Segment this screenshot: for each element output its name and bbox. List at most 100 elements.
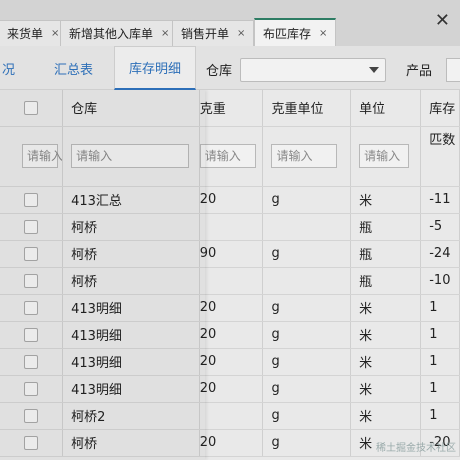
watermark: 稀土掘金技术社区: [376, 443, 456, 454]
cell-stock: -5: [420, 213, 460, 241]
cell-weight: 20: [199, 348, 264, 376]
cell-unit: 瓶: [350, 267, 422, 295]
subtab-stock-detail[interactable]: 库存明细: [114, 46, 197, 90]
tab-label: 新增其他入库单: [69, 27, 154, 41]
row-checkbox[interactable]: [24, 381, 39, 396]
row-select-cell: [0, 186, 64, 214]
cell-stock: 1: [420, 294, 460, 322]
table-row[interactable]: 413明细 20 g 米 1: [0, 321, 460, 349]
cell-weight-unit: [262, 213, 352, 241]
table-row[interactable]: 413明细 20 g 米 1: [0, 348, 460, 376]
table-row[interactable]: 柯桥 90 g 瓶 -24: [0, 240, 460, 268]
table-filter-row: 请输入 请输入 请输入 请输入 请输入 匹数: [0, 126, 460, 187]
cell-warehouse: 413明细: [62, 321, 200, 349]
weight-unit-filter-input[interactable]: 请输入: [271, 144, 338, 168]
row-checkbox[interactable]: [24, 354, 39, 369]
cell-weight: 20: [199, 321, 264, 349]
table-row[interactable]: 柯桥 瓶 -5: [0, 213, 460, 241]
filter-input[interactable]: 请输入: [22, 144, 62, 168]
row-checkbox[interactable]: [24, 327, 39, 342]
row-checkbox[interactable]: [24, 192, 39, 207]
table-header-row: 仓库 克重 克重单位 单位 库存: [0, 90, 460, 127]
row-select-cell: [0, 429, 64, 457]
cell-unit: 米: [350, 402, 422, 430]
header-unit[interactable]: 单位: [350, 90, 422, 127]
filter-cell: 请输入: [62, 126, 200, 187]
cell-warehouse: 413汇总: [62, 186, 200, 214]
cell-weight: 20: [199, 429, 264, 457]
header-weight[interactable]: 克重: [199, 90, 264, 127]
filter-cell: 请输入: [350, 126, 422, 187]
tab-other-inbound[interactable]: 新增其他入库单 ×: [60, 20, 179, 46]
select-all-checkbox[interactable]: [24, 100, 39, 115]
cell-stock: -24: [420, 240, 460, 268]
row-select-cell: [0, 240, 64, 268]
cell-weight: 90: [199, 240, 264, 268]
cell-stock: 1: [420, 375, 460, 403]
subtab-overview[interactable]: 况: [0, 46, 21, 90]
header-weight-unit[interactable]: 克重单位: [262, 90, 352, 127]
cell-stock: 1: [420, 321, 460, 349]
stock-sub-header: 匹数: [420, 126, 460, 187]
sub-tab-bar: 况 汇总表 库存明细 仓库 产品: [0, 46, 460, 90]
subtab-summary[interactable]: 汇总表: [48, 46, 99, 90]
cell-unit: 米: [350, 186, 422, 214]
close-icon[interactable]: ×: [161, 28, 169, 39]
cell-weight-unit: [262, 267, 352, 295]
window-close-icon[interactable]: ✕: [435, 10, 450, 31]
table-row[interactable]: 413明细 20 g 米 1: [0, 375, 460, 403]
unit-filter-input[interactable]: 请输入: [359, 144, 410, 168]
cell-unit: 米: [350, 294, 422, 322]
warehouse-filter-input[interactable]: 请输入: [71, 144, 190, 168]
row-select-cell: [0, 213, 64, 241]
close-icon[interactable]: ×: [237, 28, 245, 39]
cell-weight-unit: g: [262, 321, 352, 349]
cell-unit: 米: [350, 348, 422, 376]
cell-unit: 瓶: [350, 213, 422, 241]
tab-sales-order[interactable]: 销售开单 ×: [172, 20, 255, 46]
filter-cell: 请输入: [262, 126, 352, 187]
row-checkbox[interactable]: [24, 408, 39, 423]
stock-table: 仓库 克重 克重单位 单位 库存 请输入 请输入 请输入 请输入 请输入 匹数 …: [0, 90, 460, 460]
close-icon[interactable]: ×: [319, 28, 327, 39]
cell-weight-unit: g: [262, 375, 352, 403]
row-select-cell: [0, 321, 64, 349]
row-checkbox[interactable]: [24, 273, 39, 288]
row-checkbox[interactable]: [24, 435, 39, 450]
cell-weight-unit: g: [262, 240, 352, 268]
cell-unit: 瓶: [350, 240, 422, 268]
tab-incoming-order[interactable]: 来货单 ×: [0, 20, 69, 46]
cell-weight: [199, 213, 264, 241]
table-body: 413汇总 20 g 米 -11 柯桥瓶 -5 柯桥 90 g 瓶 -24 柯桥瓶 -10 413明细 20 g…: [0, 186, 460, 457]
warehouse-select[interactable]: [240, 58, 386, 82]
tab-label: 销售开单: [181, 27, 230, 41]
filter-cell: 请输入: [0, 126, 64, 187]
cell-unit: 米: [350, 321, 422, 349]
tab-fabric-stock[interactable]: 布匹库存 ×: [254, 18, 337, 46]
cell-warehouse: 柯桥: [62, 213, 200, 241]
close-icon[interactable]: ×: [51, 28, 59, 39]
cell-warehouse: 柯桥: [62, 240, 200, 268]
cell-weight: [199, 402, 264, 430]
weight-filter-input[interactable]: 请输入: [199, 144, 256, 168]
table-row[interactable]: 柯桥 瓶 -10: [0, 267, 460, 295]
row-checkbox[interactable]: [24, 219, 39, 234]
header-stock[interactable]: 库存: [420, 90, 460, 127]
product-select[interactable]: [446, 58, 460, 82]
row-checkbox[interactable]: [24, 246, 39, 261]
filter-cell: 请输入: [199, 126, 264, 187]
cell-stock: -11: [420, 186, 460, 214]
cell-weight-unit: g: [262, 186, 352, 214]
table-row[interactable]: 413明细 20 g 米 1: [0, 294, 460, 322]
cell-warehouse: 柯桥2: [62, 402, 200, 430]
subtab-label: 况: [2, 62, 16, 78]
row-checkbox[interactable]: [24, 300, 39, 315]
warehouse-filter-label: 仓库: [206, 64, 233, 79]
row-select-cell: [0, 267, 64, 295]
table-row[interactable]: 柯桥2 g 米 1: [0, 402, 460, 430]
row-select-cell: [0, 402, 64, 430]
tab-label: 来货单: [7, 27, 44, 41]
cell-weight-unit: g: [262, 294, 352, 322]
table-row[interactable]: 413汇总 20 g 米 -11: [0, 186, 460, 214]
header-warehouse[interactable]: 仓库: [62, 90, 200, 127]
